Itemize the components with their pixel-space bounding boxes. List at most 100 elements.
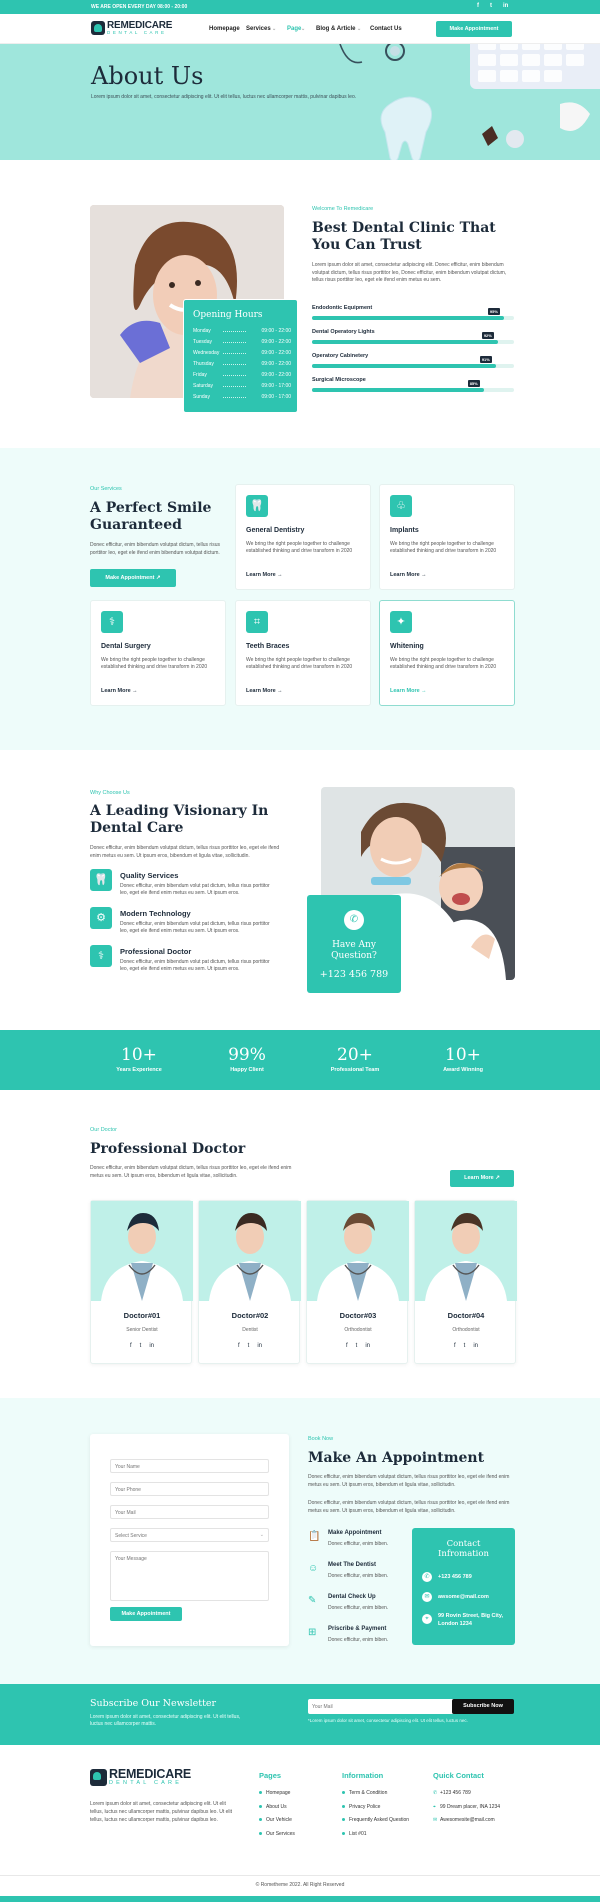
doctor-card[interactable]: Doctor#03 Orthodontist f t in [306, 1200, 409, 1364]
contact-phone[interactable]: +123 456 789 [438, 1574, 472, 1580]
contact-info-title: Contact Infromation [437, 1539, 489, 1559]
nav-item-blog[interactable]: Blog & Article [316, 26, 355, 32]
newsletter-email-input[interactable]: Your Mail [308, 1699, 454, 1714]
chevron-down-icon: ⌄ [259, 1532, 264, 1538]
message-textarea[interactable]: Your Message [110, 1551, 269, 1601]
facebook-icon[interactable]: f [454, 1343, 456, 1349]
doctor-card[interactable]: Doctor#01 Senior Dentist f t in [90, 1200, 193, 1364]
name-input[interactable]: Your Name [110, 1459, 269, 1473]
doctors-learn-more-button[interactable]: Learn More ↗ [450, 1170, 514, 1187]
chevron-down-icon: ⌄ [301, 26, 306, 32]
skill-bar [312, 388, 514, 392]
learn-more-link[interactable]: Learn More → [390, 688, 427, 694]
doctor-icon: ⚕ [98, 950, 104, 962]
doctor-photo [307, 1201, 409, 1301]
submit-appointment-button[interactable]: Make Appointment [110, 1607, 182, 1621]
learn-more-link[interactable]: Learn More → [246, 572, 283, 578]
facebook-icon[interactable]: f [477, 3, 479, 9]
mail-input[interactable]: Your Mail [110, 1505, 269, 1519]
facebook-icon[interactable]: f [346, 1343, 348, 1349]
external-link-icon: ↗ [495, 1175, 500, 1181]
hours-time: 09:00 - 22:00 [261, 328, 291, 334]
hours-dots [223, 386, 246, 387]
facebook-icon[interactable]: f [130, 1343, 132, 1349]
linkedin-icon[interactable]: in [503, 3, 508, 9]
linkedin-icon[interactable]: in [257, 1343, 262, 1349]
doctor-card[interactable]: Doctor#02 Dentist f t in [198, 1200, 301, 1364]
service-card[interactable]: ✦ Whitening We bring the right people toge… [379, 600, 515, 706]
nav-item-homepage[interactable]: Homepage [209, 26, 240, 32]
bullet-icon [259, 1791, 262, 1794]
service-card[interactable]: ⌗ Teeth Braces We bring the right people t… [235, 600, 371, 706]
footer-link[interactable]: Homepage [266, 1790, 290, 1796]
opening-hours-card: Opening Hours Monday 09:00 - 22:00 Tuesday… [183, 299, 298, 413]
skill-bar [312, 364, 514, 368]
footer-link[interactable]: +123 456 789 [440, 1790, 471, 1796]
nav-item-page[interactable]: Page [287, 26, 301, 32]
stat-label: Award Winning [443, 1067, 483, 1073]
footer-link[interactable]: Our Services [266, 1831, 295, 1837]
brand-logo[interactable]: REMEDICARE DENTAL CARE [91, 21, 172, 35]
twitter-icon[interactable]: t [140, 1343, 142, 1349]
service-card[interactable]: ♧ Implants We bring the right people toget… [379, 484, 515, 590]
why-description: Donec efficitur, enim bibendum volutpat … [90, 845, 280, 859]
services-appointment-button[interactable]: Make Appointment ↗ [90, 569, 176, 587]
twitter-icon[interactable]: t [248, 1343, 250, 1349]
footer-link[interactable]: Our Vehicle [266, 1817, 292, 1823]
service-title: General Dentistry [246, 527, 305, 534]
newsletter-note: *Lorem ipsum dolor sit amet, consectetur… [308, 1718, 468, 1723]
opening-message: WE ARE OPEN EVERY DAY 08:00 - 20:00 [91, 4, 188, 10]
doctor-social: f t in [307, 1343, 409, 1349]
doctor-role: Dentist [242, 1327, 258, 1333]
footer-link[interactable]: About Us [266, 1804, 287, 1810]
why-icon-box: ⚙ [90, 907, 112, 929]
service-select[interactable]: Select Service ⌄ [110, 1528, 269, 1542]
footer-link[interactable]: Awesomesite@mail.com [440, 1817, 495, 1823]
make-appointment-button[interactable]: Make Appointment [436, 21, 512, 37]
nav-item-contact[interactable]: Contact Us [370, 26, 402, 32]
contact-email[interactable]: awsome@mail.com [438, 1594, 489, 1600]
tooth-icon: 🦷 [250, 500, 264, 512]
doctors-description: Donec efficitur, enim bibendum volutpat … [90, 1165, 292, 1179]
footer-link[interactable]: 99 Dream placer, INA 1234 [440, 1804, 500, 1810]
twitter-icon[interactable]: t [490, 3, 492, 9]
feature-title: Quality Services [120, 871, 179, 880]
twitter-icon[interactable]: t [356, 1343, 358, 1349]
doctor-role: Senior Dentist [126, 1327, 158, 1333]
footer-link[interactable]: Term & Condition [349, 1790, 387, 1796]
top-bar: WE ARE OPEN EVERY DAY 08:00 - 20:00 f t … [0, 0, 600, 14]
facebook-icon[interactable]: f [238, 1343, 240, 1349]
nav-item-services[interactable]: Services [246, 26, 271, 32]
opening-hours-title: Opening Hours [193, 310, 263, 320]
learn-more-link[interactable]: Learn More → [246, 688, 283, 694]
doctor-photo [199, 1201, 301, 1301]
hours-time: 09:00 - 17:00 [261, 383, 291, 389]
phone-icon: ✆ [422, 1572, 432, 1582]
skill-label: Dental Operatory Lights [312, 329, 375, 335]
footer-logo[interactable]: REMEDICARE DENTAL CARE [90, 1768, 191, 1786]
bullet-icon [259, 1804, 262, 1808]
footer-link[interactable]: Frequently Asked Question [349, 1817, 409, 1823]
linkedin-icon[interactable]: in [149, 1343, 154, 1349]
service-icon-box: ✦ [390, 611, 412, 633]
linkedin-icon[interactable]: in [365, 1343, 370, 1349]
service-card[interactable]: 🦷 General Dentistry We bring the right peo… [235, 484, 371, 590]
service-card[interactable]: ⚕ Dental Surgery We bring the right people… [90, 600, 226, 706]
question-phone[interactable]: +123 456 789 [307, 969, 401, 980]
hours-day: Sunday [193, 394, 210, 400]
footer-link[interactable]: Privacy Police [349, 1804, 380, 1810]
learn-more-link[interactable]: Learn More → [101, 688, 138, 694]
doctor-photo [91, 1201, 193, 1301]
doctor-card[interactable]: Doctor#04 Orthodontist f t in [414, 1200, 517, 1364]
feature-description: Donec efficitur, enim bibendum volut pat… [120, 883, 270, 896]
linkedin-icon[interactable]: in [473, 1343, 478, 1349]
footer-about: Lorem ipsum dolor sit amet, consectetur … [90, 1801, 233, 1823]
location-icon: ⌖ [422, 1614, 432, 1624]
twitter-icon[interactable]: t [464, 1343, 466, 1349]
service-icon-box: ⌗ [246, 611, 268, 633]
footer-link[interactable]: List #01 [349, 1831, 367, 1837]
learn-more-link[interactable]: Learn More → [390, 572, 427, 578]
subscribe-button[interactable]: Subscribe Now [452, 1699, 514, 1714]
service-icon-box: ♧ [390, 495, 412, 517]
phone-input[interactable]: Your Phone [110, 1482, 269, 1496]
